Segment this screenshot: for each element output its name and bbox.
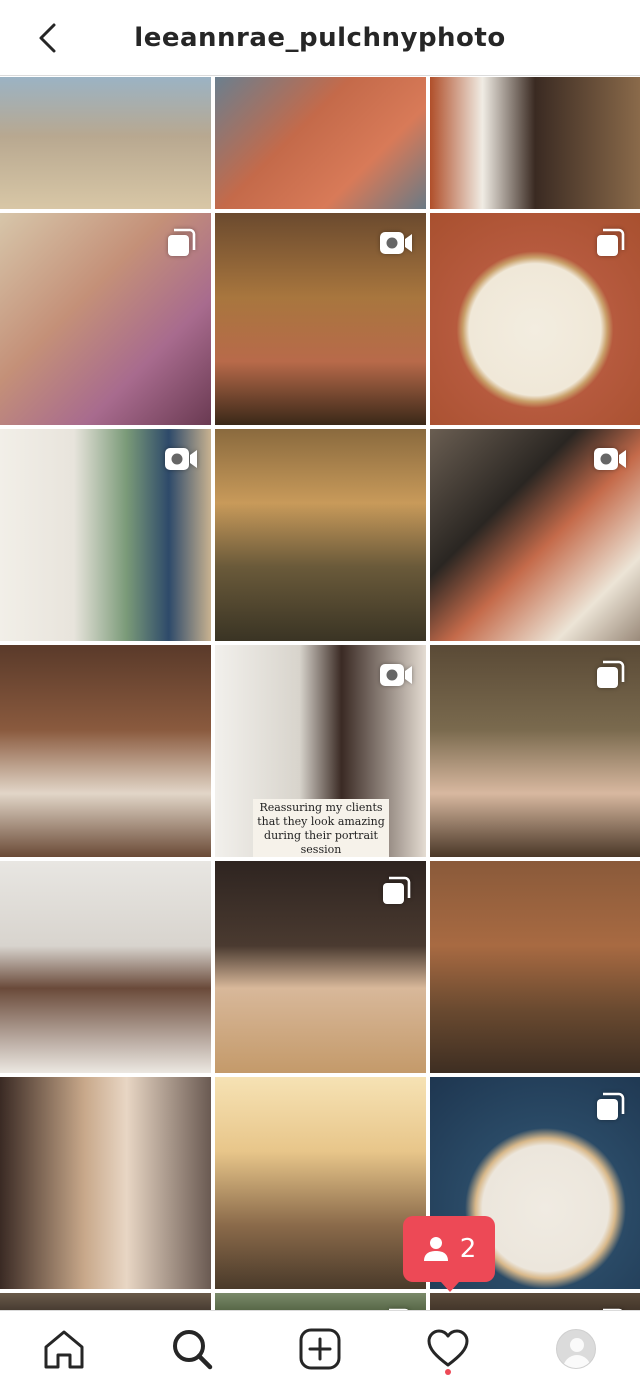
carousel-icon	[597, 1092, 625, 1120]
heart-icon	[427, 1329, 469, 1366]
post-caption-overlay: Reassuring my clients that they look ama…	[253, 799, 389, 857]
grid-post-camera-embroidery[interactable]	[430, 429, 640, 641]
grid-post-family-field-sunset[interactable]	[215, 1077, 426, 1289]
grid-post-family-beach[interactable]	[0, 77, 211, 209]
video-camera-icon	[165, 448, 197, 470]
grid-post-mother-baby[interactable]	[0, 213, 211, 425]
grid-post-woman-porch[interactable]	[430, 77, 640, 209]
home-icon	[44, 1330, 84, 1368]
search-icon	[173, 1329, 213, 1369]
grid-post-girl-bubbles[interactable]	[215, 213, 426, 425]
tab-new-post[interactable]	[288, 1317, 352, 1381]
tab-activity[interactable]	[416, 1317, 480, 1381]
back-button[interactable]	[24, 14, 72, 62]
video-badge	[592, 441, 628, 477]
bottom-nav	[0, 1310, 640, 1386]
carousel-badge	[592, 1089, 628, 1125]
grid-post-mom-kid-river[interactable]	[215, 429, 426, 641]
grid-post-books-vase[interactable]	[0, 429, 211, 641]
tab-search[interactable]	[160, 1317, 224, 1381]
chevron-left-icon	[39, 23, 56, 53]
carousel-badge	[163, 225, 199, 261]
video-badge	[378, 225, 414, 261]
grid-post-string-craft[interactable]	[215, 77, 426, 209]
video-camera-icon	[380, 664, 412, 686]
top-bar: leeannrae_pulchnyphoto	[0, 0, 640, 76]
photo-grid: Reassuring my clients that they look ama…	[0, 77, 640, 1317]
grid-post-woman-camera[interactable]: Reassuring my clients that they look ama…	[215, 645, 426, 857]
grid-post-embroidery-chickens[interactable]	[430, 213, 640, 425]
carousel-icon	[597, 660, 625, 688]
video-badge	[163, 441, 199, 477]
grid-post-baby-birthday[interactable]	[215, 861, 426, 1073]
video-badge	[378, 657, 414, 693]
carousel-icon	[168, 228, 196, 256]
carousel-icon	[383, 876, 411, 904]
profile-username[interactable]: leeannrae_pulchnyphoto	[134, 23, 505, 53]
carousel-badge	[592, 225, 628, 261]
video-camera-icon	[380, 232, 412, 254]
person-icon	[423, 1237, 448, 1261]
notification-count: 2	[459, 1234, 477, 1264]
add-post-icon	[299, 1328, 341, 1369]
carousel-icon	[597, 228, 625, 256]
carousel-badge	[378, 873, 414, 909]
tab-profile[interactable]	[544, 1317, 608, 1381]
tab-home[interactable]	[32, 1317, 96, 1381]
activity-dot	[445, 1368, 451, 1375]
grid-post-pampas-vase[interactable]	[430, 645, 640, 857]
carousel-badge	[592, 657, 628, 693]
grid-post-girl-tree[interactable]	[0, 645, 211, 857]
grid-post-woman-sweater[interactable]	[0, 861, 211, 1073]
video-camera-icon	[594, 448, 626, 470]
activity-notification-bubble[interactable]: 2	[403, 1216, 495, 1292]
grid-post-family-big-tree[interactable]	[430, 861, 640, 1073]
avatar	[556, 1328, 596, 1369]
grid-post-couple-closeup[interactable]	[0, 1077, 211, 1289]
